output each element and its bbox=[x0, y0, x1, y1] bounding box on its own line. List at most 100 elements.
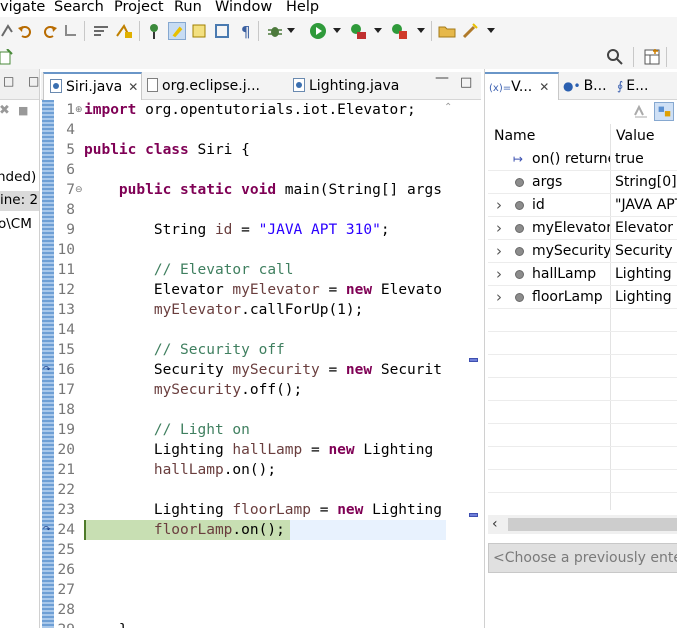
variables-table[interactable]: Name Value ↦ on() returne true args String[0… bbox=[488, 124, 677, 510]
tab-lighting-java[interactable]: Lighting.java bbox=[293, 72, 413, 100]
coverage-icon[interactable] bbox=[349, 22, 367, 40]
debug-tree-line-text[interactable]: ine: 2 bbox=[0, 192, 38, 208]
new-file-icon[interactable] bbox=[0, 49, 14, 65]
menu-search[interactable]: Search bbox=[54, 0, 104, 16]
code-line[interactable]: hallLamp.on(); bbox=[84, 460, 276, 480]
menu-window[interactable]: Window bbox=[215, 0, 272, 16]
code-line[interactable]: Lighting hallLamp = new Lighting bbox=[84, 440, 433, 460]
scroll-left-icon[interactable]: ‹ bbox=[492, 515, 498, 534]
redo-icon[interactable] bbox=[40, 22, 58, 40]
tab-variables[interactable]: (x)=V... ✕ bbox=[485, 72, 559, 100]
breakpoint-marker-icon[interactable]: ↷ bbox=[43, 366, 53, 375]
editor-vertical-scrollbar[interactable]: ⌃ bbox=[444, 100, 454, 628]
remove-terminated-icon[interactable]: ✖ bbox=[0, 103, 10, 118]
variables-horizontal-scrollbar[interactable]: ‹ bbox=[488, 515, 677, 534]
external-tools-icon[interactable] bbox=[390, 22, 408, 40]
code-line[interactable]: myElevator.callForUp(1); bbox=[84, 300, 364, 320]
debug-bug-icon[interactable] bbox=[266, 22, 284, 40]
fold-expand-icon[interactable]: ⊕ bbox=[75, 100, 83, 120]
detail-pane-input[interactable]: <Choose a previously enter bbox=[488, 543, 677, 573]
tab-expressions[interactable]: ∮ E... bbox=[617, 72, 677, 100]
open-perspective-icon[interactable] bbox=[643, 48, 661, 66]
run-to-line-icon[interactable] bbox=[115, 22, 133, 40]
pin-icon[interactable] bbox=[145, 22, 163, 40]
block-selection-icon[interactable] bbox=[213, 22, 231, 40]
close-icon[interactable]: ✕ bbox=[128, 80, 138, 94]
variable-row-2[interactable]: › id "JAVA APT bbox=[488, 194, 677, 217]
menu-project[interactable]: Project bbox=[114, 0, 164, 16]
scrollbar-thumb[interactable] bbox=[508, 518, 677, 531]
variable-row-3[interactable]: › myElevator Elevator bbox=[488, 217, 677, 240]
code-line[interactable]: // Elevator call bbox=[84, 260, 294, 280]
external-tools-dropdown-arrow[interactable] bbox=[417, 28, 425, 33]
show-whitespace-icon[interactable]: ¶ bbox=[237, 22, 255, 40]
use-step-filters-icon[interactable] bbox=[92, 22, 110, 40]
remove-all-icon[interactable]: ■ bbox=[18, 104, 28, 117]
code-keyword: new bbox=[345, 362, 373, 378]
toggle-mark-icon[interactable] bbox=[190, 22, 208, 40]
fold-collapse-icon[interactable]: ⊖ bbox=[75, 180, 83, 200]
debug-tree-suspended-text[interactable]: nded) bbox=[0, 169, 36, 185]
perspective-switcher-edge[interactable] bbox=[666, 47, 677, 67]
column-header-value[interactable]: Value bbox=[616, 124, 654, 148]
menu-help[interactable]: Help bbox=[286, 0, 319, 16]
editor-minimize-icon[interactable]: — bbox=[435, 70, 449, 86]
menu-navigate[interactable]: vigate bbox=[0, 0, 45, 16]
minimize-icon[interactable]: □ bbox=[3, 74, 14, 88]
close-icon[interactable]: ✕ bbox=[539, 80, 549, 94]
code-text-area[interactable]: import org.opentutorials.iot.Elevator; pu… bbox=[84, 100, 481, 628]
code-line[interactable]: } bbox=[84, 620, 128, 628]
code-string: "JAVA APT 310" bbox=[258, 222, 381, 238]
tab-breakpoints[interactable]: ●• B... bbox=[563, 72, 613, 100]
editor-maximize-icon[interactable]: □ bbox=[460, 75, 472, 90]
maximize-icon[interactable]: □ bbox=[28, 74, 39, 88]
show-type-names-icon[interactable] bbox=[654, 102, 674, 121]
wand-dropdown-arrow[interactable] bbox=[487, 28, 495, 33]
variable-row-0[interactable]: ↦ on() returne true bbox=[488, 148, 677, 171]
code-line[interactable]: import org.opentutorials.iot.Elevator; bbox=[84, 100, 416, 120]
search-icon[interactable] bbox=[606, 48, 624, 66]
code-line[interactable]: // Light on bbox=[84, 420, 250, 440]
open-folder-icon[interactable] bbox=[438, 22, 456, 40]
debug-dropdown-arrow[interactable] bbox=[287, 28, 295, 33]
scroll-up-icon[interactable]: ⌃ bbox=[444, 102, 452, 113]
code-line[interactable]: public class Siri { bbox=[84, 140, 250, 160]
code-line[interactable]: mySecurity.off(); bbox=[84, 380, 302, 400]
drop-to-frame-icon[interactable] bbox=[62, 22, 80, 40]
run-dropdown-arrow[interactable] bbox=[333, 28, 341, 33]
coverage-dropdown-arrow[interactable] bbox=[374, 28, 382, 33]
code-editor[interactable]: ↷ ↷ 1 ⊕ 4 5 6 7 ⊖ 8 9 10 11 12 13 14 15 16 17 18 19 20 21 22 2… bbox=[41, 100, 481, 628]
expand-chevron-icon[interactable]: › bbox=[496, 217, 502, 240]
code-line[interactable]: Lighting floorLamp = new Lighting bbox=[84, 500, 442, 520]
variable-row-6[interactable]: › floorLamp Lighting bbox=[488, 286, 677, 309]
tab-org-eclipse[interactable]: org.eclipse.j... bbox=[147, 72, 287, 100]
code-line[interactable]: Elevator myElevator = new Elevato bbox=[84, 280, 442, 300]
step-filters-icon[interactable] bbox=[0, 22, 18, 40]
debug-tree-path-text[interactable]: o\CM bbox=[0, 216, 32, 232]
code-line[interactable]: String id = "JAVA APT 310"; bbox=[84, 220, 390, 240]
run-icon[interactable] bbox=[309, 22, 327, 40]
code-line[interactable]: floorLamp.on(); bbox=[84, 520, 285, 540]
variable-row-5[interactable]: › hallLamp Lighting bbox=[488, 263, 677, 286]
overview-marker[interactable] bbox=[469, 358, 478, 362]
expand-chevron-icon[interactable]: › bbox=[496, 286, 502, 309]
variable-row-1[interactable]: args String[0] bbox=[488, 171, 677, 194]
undo-icon[interactable] bbox=[17, 22, 35, 40]
expand-chevron-icon[interactable]: › bbox=[496, 240, 502, 263]
expand-chevron-icon[interactable]: › bbox=[496, 194, 502, 217]
collapse-all-icon[interactable] bbox=[633, 103, 649, 119]
overview-marker[interactable] bbox=[469, 513, 478, 517]
overview-ruler[interactable] bbox=[466, 100, 481, 628]
code-line[interactable]: Security mySecurity = new Securit bbox=[84, 360, 442, 380]
variable-row-4[interactable]: › mySecurity Security bbox=[488, 240, 677, 263]
column-header-name[interactable]: Name bbox=[494, 124, 535, 148]
menu-run[interactable]: Run bbox=[174, 0, 202, 16]
code-line[interactable]: // Security off bbox=[84, 340, 285, 360]
vertical-ruler[interactable]: ↷ ↷ bbox=[41, 100, 55, 628]
code-line[interactable]: public static void main(String[] args bbox=[84, 180, 442, 200]
highlight-marker-icon[interactable] bbox=[168, 22, 186, 40]
expand-chevron-icon[interactable]: › bbox=[496, 263, 502, 286]
tab-siri-java[interactable]: Siri.java ✕ bbox=[43, 72, 142, 100]
breakpoint-marker-icon[interactable]: ↷ bbox=[43, 526, 53, 535]
wand-icon[interactable] bbox=[461, 22, 479, 40]
